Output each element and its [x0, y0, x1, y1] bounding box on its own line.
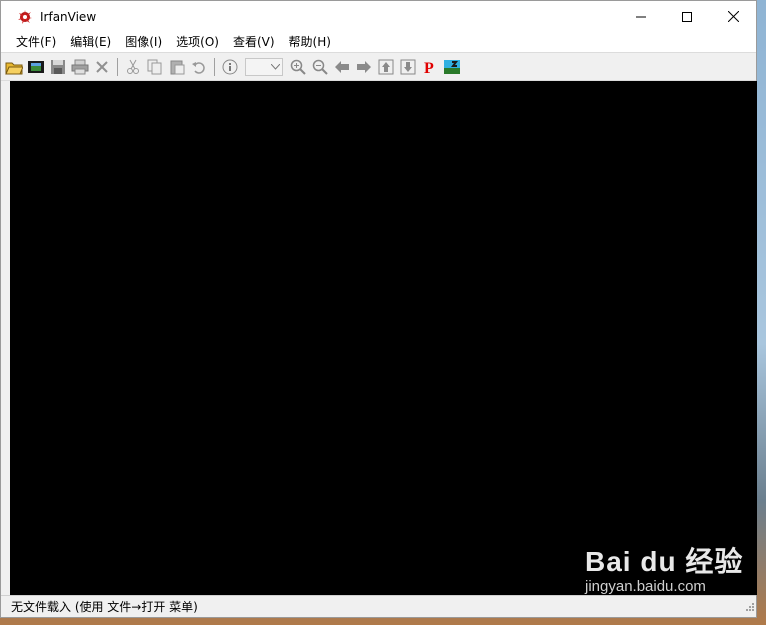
info-icon[interactable] [219, 56, 241, 78]
chevron-down-icon [271, 63, 280, 70]
copy-icon[interactable] [144, 56, 166, 78]
save-icon[interactable] [47, 56, 69, 78]
close-button[interactable] [710, 1, 756, 32]
next-icon[interactable] [353, 56, 375, 78]
paint-icon[interactable]: P [419, 56, 441, 78]
resize-grip-icon[interactable] [744, 596, 754, 615]
cut-icon[interactable] [122, 56, 144, 78]
maximize-button[interactable] [664, 1, 710, 32]
status-text: 无文件载入 (使用 文件→打开 菜单) [11, 600, 198, 614]
paste-icon[interactable] [166, 56, 188, 78]
toolbar-separator [214, 57, 215, 76]
previous-icon[interactable] [331, 56, 353, 78]
menu-help[interactable]: 帮助(H) [282, 32, 338, 52]
menu-bar: 文件(F) 编辑(E) 图像(I) 选项(O) 查看(V) 帮助(H) [1, 32, 756, 52]
toolbar-separator [117, 57, 118, 76]
irfanview-window: IrfanView 文件(F) 编辑(E) 图像(I) 选项(O) 查看(V) … [0, 0, 757, 618]
menu-edit[interactable]: 编辑(E) [63, 32, 118, 52]
image-viewport[interactable] [10, 81, 757, 595]
thumbnails-icon[interactable] [441, 56, 463, 78]
zoom-out-icon[interactable] [309, 56, 331, 78]
open-folder-icon[interactable] [3, 56, 25, 78]
slideshow-icon[interactable] [25, 56, 47, 78]
menu-options[interactable]: 选项(O) [169, 32, 226, 52]
minimize-button[interactable] [618, 1, 664, 32]
window-title: IrfanView [40, 9, 97, 24]
zoom-select[interactable] [245, 57, 283, 76]
menu-view[interactable]: 查看(V) [226, 32, 282, 52]
status-bar: 无文件载入 (使用 文件→打开 菜单) [1, 595, 756, 617]
delete-icon[interactable] [91, 56, 113, 78]
first-icon[interactable] [375, 56, 397, 78]
svg-text:P: P [424, 60, 434, 75]
irfanview-logo-icon [17, 9, 33, 25]
zoom-in-icon[interactable] [287, 56, 309, 78]
title-bar[interactable]: IrfanView [1, 1, 756, 32]
undo-icon[interactable] [188, 56, 210, 78]
menu-image[interactable]: 图像(I) [118, 32, 169, 52]
last-icon[interactable] [397, 56, 419, 78]
toolbar: P [1, 52, 756, 81]
print-icon[interactable] [69, 56, 91, 78]
menu-file[interactable]: 文件(F) [9, 32, 63, 52]
